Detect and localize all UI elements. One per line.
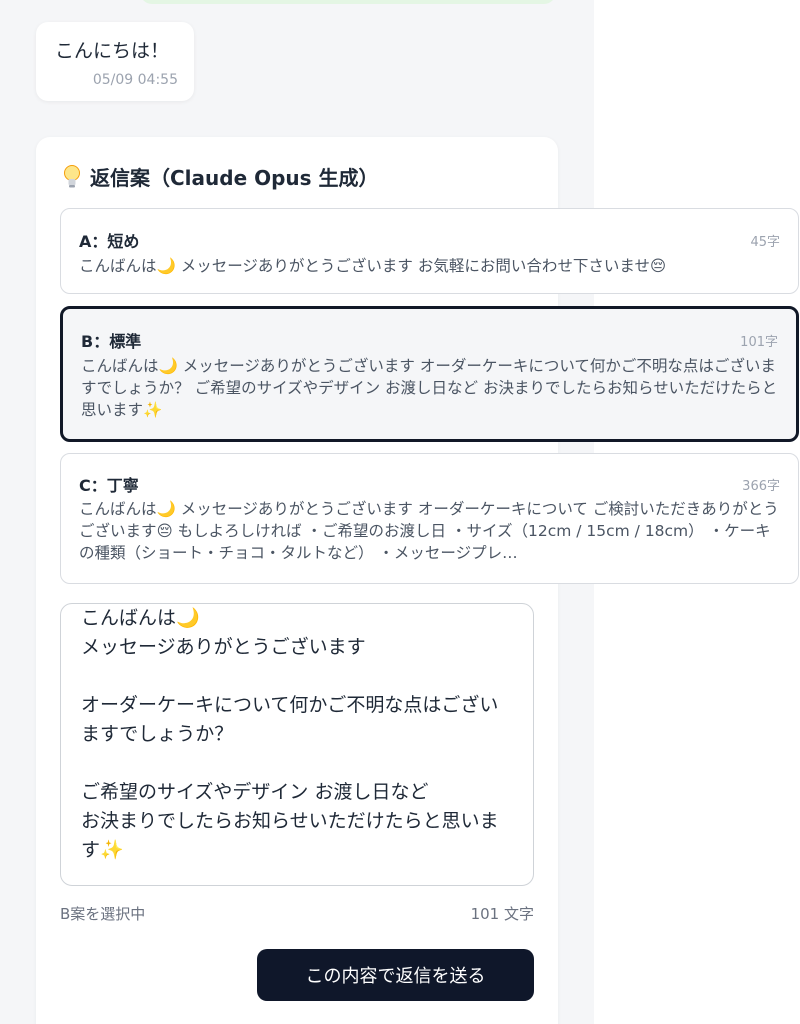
message-text: こんにちは！ [55,40,170,62]
option-preview-text: こんばんは🌙 メッセージありがとうございます オーダーケーキについて何かご不明な… [81,357,778,419]
option-label: A：短め [79,232,140,251]
message-timestamp: 05/09 04:55 [92,72,178,88]
reply-option-c[interactable]: C：丁寧 366字 こんばんは🌙 メッセージありがとうございます オーダーケーキ… [60,453,799,584]
option-char-count: 45字 [750,235,780,250]
option-char-count: 101字 [740,335,778,350]
selected-option-status: B案を選択中 [60,905,146,923]
character-count: 101 文字 [470,905,534,923]
incoming-message-bubble: こんにちは！ 05/09 04:55 [36,22,194,101]
send-reply-button[interactable]: この内容で返信を送る [257,949,534,1001]
panel-title-text: 返信案（Claude Opus 生成） [90,166,379,190]
option-label: C：丁寧 [79,476,139,495]
lightbulb-icon [62,164,82,190]
reply-editor[interactable]: こんばんは🌙 メッセージありがとうございます オーダーケーキについて何かご不明な… [60,603,534,886]
option-preview-text: こんばんは🌙 メッセージありがとうございます お気軽にお問い合わせ下さいませ😔 [79,257,667,275]
previous-message-edge [140,0,556,4]
option-label: B：標準 [81,332,142,351]
reply-option-a[interactable]: A：短め 45字 こんばんは🌙 メッセージありがとうございます お気軽にお問い合… [60,208,799,294]
reply-option-b[interactable]: B：標準 101字 こんばんは🌙 メッセージありがとうございます オーダーケーキ… [60,306,799,442]
panel-title: 返信案（Claude Opus 生成） [62,162,379,191]
option-preview-text: こんばんは🌙 メッセージありがとうございます オーダーケーキについて ご検討いた… [79,500,779,562]
reply-editor-text[interactable]: こんばんは🌙 メッセージありがとうございます オーダーケーキについて何かご不明な… [81,604,511,865]
option-char-count: 366字 [742,479,780,494]
